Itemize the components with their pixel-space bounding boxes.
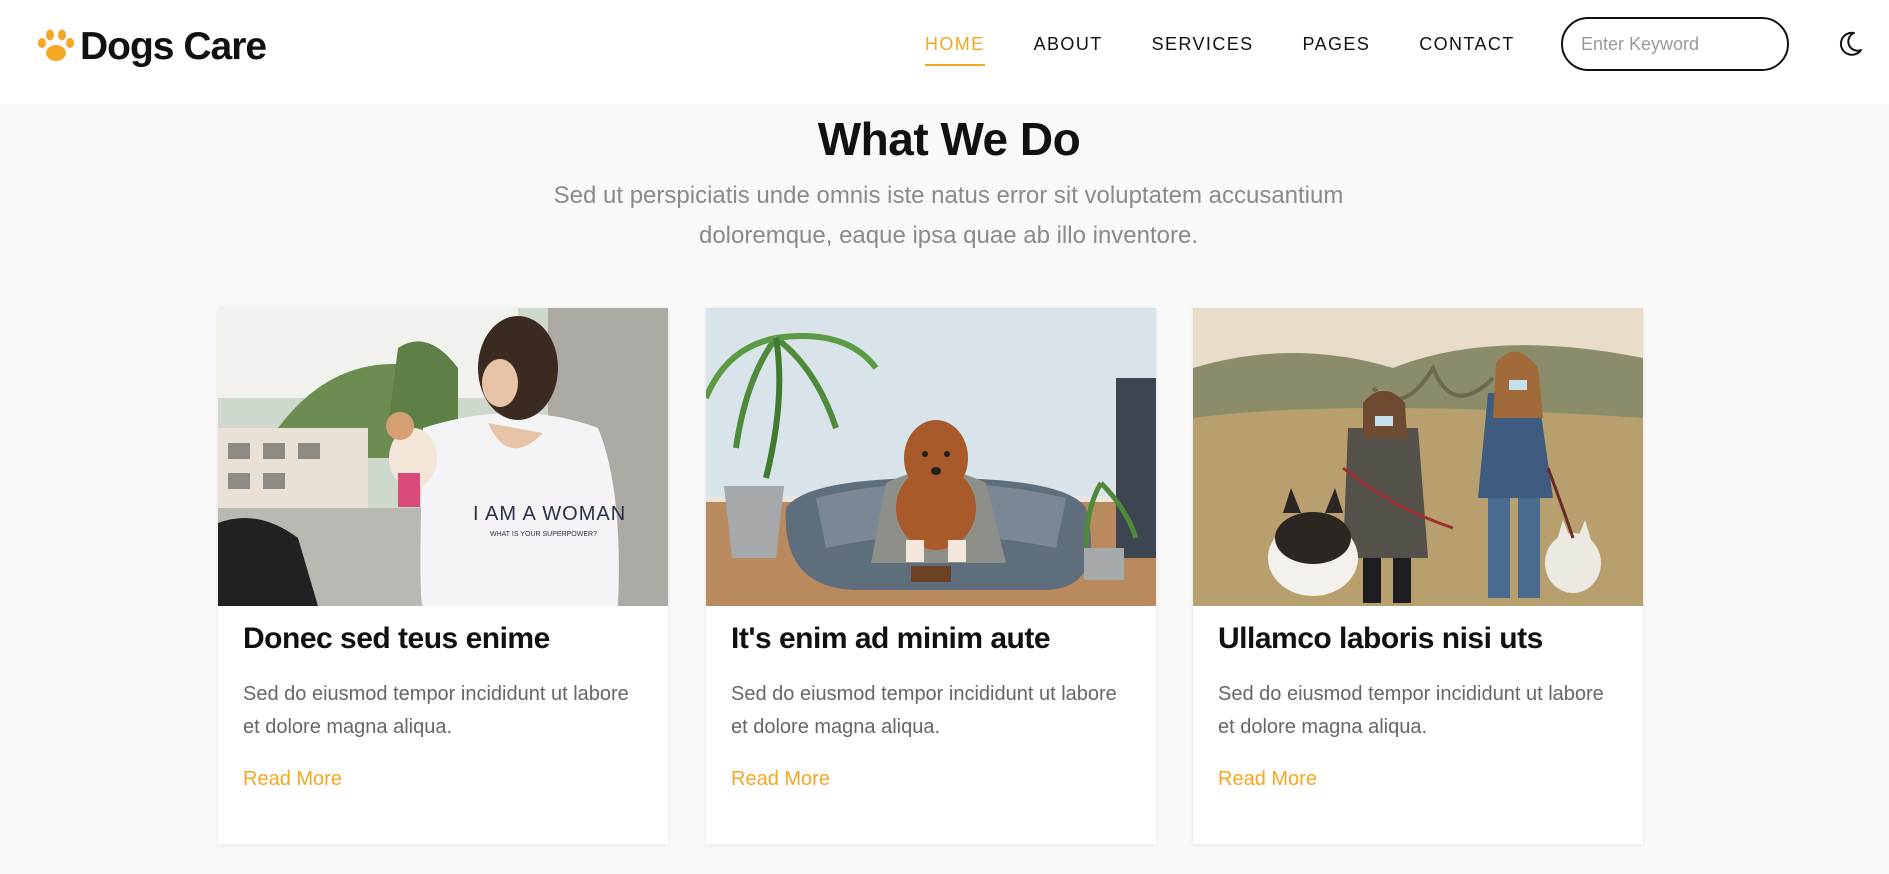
search-input[interactable] xyxy=(1561,17,1789,71)
card-text: Sed do eiusmod tempor incididunt ut labo… xyxy=(1218,683,1604,738)
section-subtitle: Sed ut perspiciatis unde omnis iste natu… xyxy=(553,182,1344,249)
service-card: It's enim ad minim aute Sed do eiusmod t… xyxy=(706,308,1156,844)
paw-icon xyxy=(38,29,74,61)
nav-about[interactable]: ABOUT xyxy=(1034,33,1103,66)
nav-pages[interactable]: PAGES xyxy=(1303,33,1371,66)
card-image-dog-in-bed xyxy=(706,308,1156,606)
read-more-link[interactable]: Read More xyxy=(1218,768,1317,791)
card-text: Sed do eiusmod tempor incididunt ut labo… xyxy=(243,683,629,738)
read-more-link[interactable]: Read More xyxy=(243,768,342,791)
brand-logo[interactable]: Dogs Care xyxy=(36,24,267,68)
card-title: Donec sed teus enime xyxy=(243,622,550,655)
section-title: What We Do xyxy=(817,113,1081,165)
site-header: Dogs Care HOME ABOUT SERVICES PAGES CONT… xyxy=(0,0,1889,104)
main-nav: HOME ABOUT SERVICES PAGES CONTACT xyxy=(925,33,1564,66)
nav-home[interactable]: HOME xyxy=(925,33,985,66)
nav-contact[interactable]: CONTACT xyxy=(1419,33,1514,66)
svg-text:WHAT IS YOUR SUPERPOWER?: WHAT IS YOUR SUPERPOWER? xyxy=(490,531,597,538)
brand-name: Dogs Care xyxy=(80,24,267,68)
card-text: Sed do eiusmod tempor incididunt ut labo… xyxy=(731,683,1117,738)
theme-toggle-button[interactable] xyxy=(1835,29,1865,59)
nav-services[interactable]: SERVICES xyxy=(1152,33,1254,66)
moon-icon xyxy=(1839,31,1862,56)
card-title: Ullamco laboris nisi uts xyxy=(1218,622,1543,655)
card-image-women-walking-dogs xyxy=(1193,308,1643,606)
read-more-link[interactable]: Read More xyxy=(731,768,830,791)
svg-text:I AM A WOMAN: I AM A WOMAN xyxy=(473,503,626,525)
service-card: Ullamco laboris nisi uts Sed do eiusmod … xyxy=(1193,308,1643,844)
service-card: I AM A WOMAN WHAT IS YOUR SUPERPOWER? Do… xyxy=(218,308,668,844)
card-image-woman-with-dog: I AM A WOMAN WHAT IS YOUR SUPERPOWER? xyxy=(218,308,668,606)
card-title: It's enim ad minim aute xyxy=(731,622,1051,655)
